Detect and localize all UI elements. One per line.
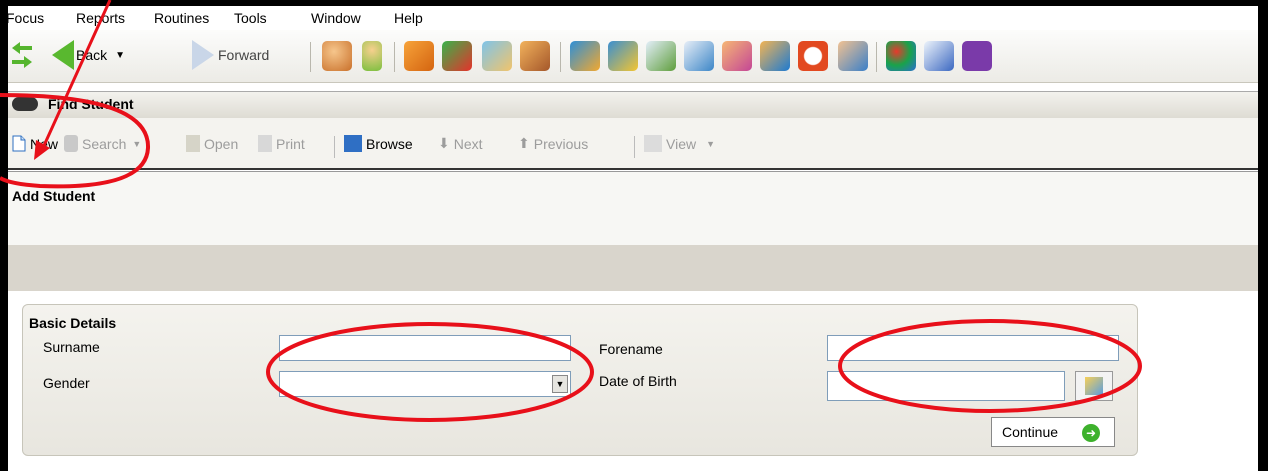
toolbar-separator: [394, 42, 395, 72]
view-label: View: [666, 135, 697, 152]
previous-button[interactable]: ⬆ Previous: [518, 135, 588, 152]
table-icon[interactable]: [924, 41, 954, 71]
command-bar: New Search ▼ Open Print Browse ⬇ Next ⬆ …: [8, 118, 1258, 170]
chevron-down-icon: ▼: [132, 138, 142, 149]
student-icon[interactable]: [362, 41, 382, 71]
groups-icon[interactable]: [886, 41, 916, 71]
list-icon[interactable]: [646, 41, 676, 71]
app-window: Focus Reports Routines Tools Window Help…: [8, 6, 1258, 471]
print-label: Print: [276, 135, 305, 152]
command-separator: [634, 136, 635, 158]
open-label: Open: [204, 135, 239, 152]
go-arrow-icon: ➜: [1082, 424, 1100, 442]
calendar-icon: [1085, 377, 1103, 395]
toolbar-separator: [876, 42, 877, 72]
menu-help[interactable]: Help: [394, 10, 423, 26]
dropdown-arrow-icon[interactable]: ▼: [552, 375, 568, 393]
forward-label: Forward: [218, 47, 270, 63]
basic-details-group: Basic Details Surname Forename Gender ▼ …: [22, 304, 1138, 456]
browse-button[interactable]: Browse: [344, 135, 413, 152]
new-document-icon: [12, 135, 26, 152]
open-button[interactable]: Open: [186, 135, 238, 152]
assessment-icon[interactable]: [570, 41, 600, 71]
view-button[interactable]: View ▼: [644, 135, 715, 152]
next-label: Next: [453, 135, 483, 152]
browse-icon: [344, 135, 362, 152]
continue-button[interactable]: Continue ➜: [991, 417, 1115, 447]
chevron-down-icon[interactable]: ▼: [115, 50, 125, 61]
date-of-birth-input[interactable]: [827, 371, 1065, 401]
toolbar-separator: [560, 42, 561, 72]
search-label: Search: [82, 135, 127, 152]
timer-icon[interactable]: [798, 41, 828, 71]
toolbar-separator: [310, 42, 311, 72]
gender-select[interactable]: ▼: [279, 371, 571, 397]
print-button[interactable]: Print: [258, 135, 305, 152]
next-button[interactable]: ⬇ Next: [438, 135, 483, 152]
messages-icon[interactable]: [482, 41, 512, 71]
surname-input[interactable]: [279, 335, 571, 361]
printer-icon: [258, 135, 272, 152]
up-arrow-icon: ⬆: [518, 135, 530, 151]
new-button[interactable]: New: [12, 135, 58, 152]
add-student-header: Add Student: [8, 171, 1258, 246]
back-label: Back: [76, 47, 108, 63]
calendar-button[interactable]: [1075, 371, 1113, 401]
students-icon[interactable]: [322, 41, 352, 71]
new-label: New: [30, 135, 59, 152]
edit-icon[interactable]: [684, 41, 714, 71]
chevron-down-icon: ▼: [706, 138, 716, 149]
date-of-birth-label: Date of Birth: [599, 373, 677, 389]
menu-bar: Focus Reports Routines Tools Window Help: [8, 6, 1258, 30]
continue-label: Continue: [1002, 424, 1059, 440]
people-icon[interactable]: [722, 41, 752, 71]
folder-icon: [186, 135, 200, 152]
user-icon[interactable]: [838, 41, 868, 71]
forename-input[interactable]: [827, 335, 1119, 361]
forename-label: Forename: [599, 341, 663, 357]
forward-button[interactable]: Forward: [192, 39, 269, 71]
menu-routines[interactable]: Routines: [154, 10, 209, 26]
basic-details-title: Basic Details: [29, 315, 117, 331]
search-button[interactable]: Search ▼: [64, 135, 141, 152]
browse-label: Browse: [366, 135, 413, 152]
menu-reports[interactable]: Reports: [76, 10, 125, 26]
back-button[interactable]: Back ▼: [52, 39, 133, 71]
main-toolbar: Back ▼ Forward: [8, 30, 1258, 83]
class-icon[interactable]: [962, 41, 992, 71]
panel-band: [8, 245, 1258, 291]
command-separator: [334, 136, 335, 158]
menu-focus[interactable]: Focus: [8, 10, 44, 26]
home-icon[interactable]: [760, 41, 790, 71]
view-icon: [644, 135, 662, 152]
exit-icon[interactable]: [520, 41, 550, 71]
forward-arrow-icon: [192, 40, 214, 70]
previous-label: Previous: [533, 135, 589, 152]
settings-icon[interactable]: [608, 41, 638, 71]
find-student-header: Find Student: [8, 91, 1258, 119]
find-student-title: Find Student: [48, 96, 134, 112]
binoculars-icon: [64, 135, 78, 152]
add-student-title: Add Student: [12, 188, 96, 204]
down-arrow-icon: ⬇: [438, 135, 450, 151]
back-arrow-icon: [52, 40, 74, 70]
binoculars-icon: [12, 97, 38, 111]
switch-icon[interactable]: [10, 39, 34, 71]
gender-label: Gender: [43, 375, 90, 391]
menu-window[interactable]: Window: [311, 10, 361, 26]
flags-icon[interactable]: [442, 41, 472, 71]
book-icon[interactable]: [404, 41, 434, 71]
surname-label: Surname: [43, 339, 100, 355]
menu-tools[interactable]: Tools: [234, 10, 267, 26]
